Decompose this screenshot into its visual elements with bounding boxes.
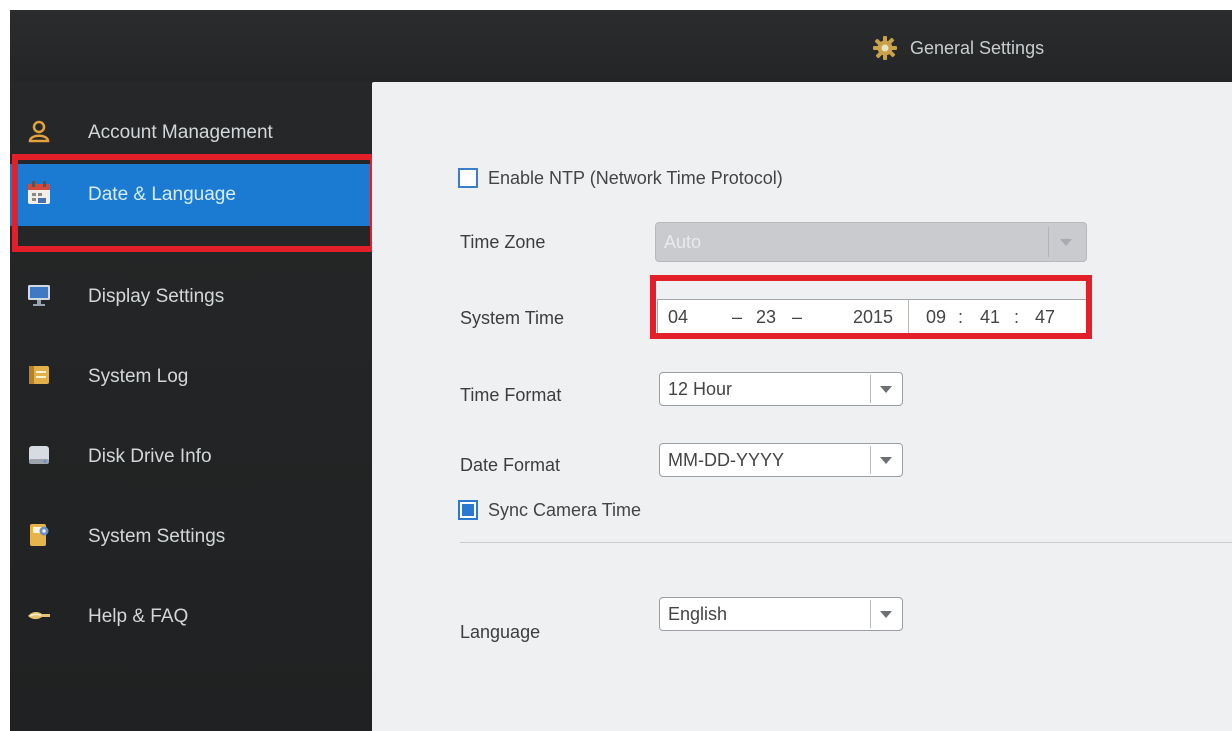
sidebar-item-label: System Log <box>88 366 189 387</box>
minute-field[interactable]: 41 <box>980 307 1000 328</box>
sidebar-item-date-language[interactable]: Date & Language <box>10 164 372 226</box>
ntp-label: Enable NTP (Network Time Protocol) <box>488 168 783 188</box>
ntp-checkbox[interactable] <box>458 168 478 188</box>
system-time-label: System Time <box>460 308 565 328</box>
time-format-value: 12 Hour <box>668 379 733 399</box>
screen: General Settings Account Management Date <box>10 10 1232 731</box>
chevron-down-icon <box>880 611 892 618</box>
sidebar-item-label: System Settings <box>88 526 226 547</box>
month-field[interactable]: 04 <box>668 307 688 328</box>
time-zone-select: Auto <box>655 222 1087 262</box>
chevron-down-icon <box>880 386 892 393</box>
day-field[interactable]: 23 <box>756 307 776 328</box>
settings-doc-icon <box>30 524 49 546</box>
sidebar-item-disk-drive-info[interactable]: Disk Drive Info <box>10 426 372 488</box>
sidebar-item-account-management[interactable]: Account Management <box>10 102 372 164</box>
header-title-group: General Settings <box>872 34 1044 62</box>
time-format-select[interactable]: 12 Hour <box>659 372 903 406</box>
second-field[interactable]: 47 <box>1035 307 1055 328</box>
sidebar: Account Management Date & Language Displ… <box>10 82 372 731</box>
monitor-icon <box>28 285 50 306</box>
hour-field[interactable]: 09 <box>926 307 946 328</box>
sidebar-item-display-settings[interactable]: Display Settings <box>10 266 372 328</box>
time-format-label: Time Format <box>460 385 562 405</box>
chevron-down-icon <box>880 457 892 464</box>
date-format-select[interactable]: MM-DD-YYYY <box>659 443 903 477</box>
time-zone-value: Auto <box>664 232 702 252</box>
date-format-value: MM-DD-YYYY <box>668 450 784 470</box>
sidebar-item-system-settings[interactable]: System Settings <box>10 506 372 568</box>
date-format-label: Date Format <box>460 455 561 475</box>
header-bar: General Settings <box>10 10 1232 82</box>
chevron-down-icon <box>1060 239 1072 246</box>
sync-camera-time-label: Sync Camera Time <box>488 500 642 520</box>
sync-camera-time-checkbox[interactable] <box>458 500 478 520</box>
divider <box>460 542 1232 543</box>
sidebar-item-system-log[interactable]: System Log <box>10 346 372 408</box>
time-zone-label: Time Zone <box>460 232 546 252</box>
user-icon <box>28 120 50 143</box>
settings-panel: Enable NTP (Network Time Protocol) Time … <box>372 82 1232 731</box>
calendar-icon <box>28 181 50 204</box>
sidebar-item-label: Display Settings <box>88 286 225 307</box>
sidebar-item-label: Date & Language <box>88 184 236 205</box>
gear-icon <box>873 36 897 60</box>
log-icon <box>29 366 49 384</box>
sidebar-item-label: Help & FAQ <box>88 606 189 627</box>
sidebar-item-label: Disk Drive Info <box>88 446 212 467</box>
sidebar-item-help-faq[interactable]: Help & FAQ <box>10 586 372 648</box>
year-field[interactable]: 2015 <box>853 307 893 328</box>
page-title: General Settings <box>910 37 1045 58</box>
language-value: English <box>668 604 728 624</box>
disk-icon <box>29 446 49 464</box>
help-icon <box>28 611 50 620</box>
language-select[interactable]: English <box>659 597 903 631</box>
system-time-input[interactable]: 04 – 23 – 2015 09 : 41 : 47 <box>657 299 1087 335</box>
language-label: Language <box>460 622 541 642</box>
sidebar-item-label: Account Management <box>88 122 273 143</box>
